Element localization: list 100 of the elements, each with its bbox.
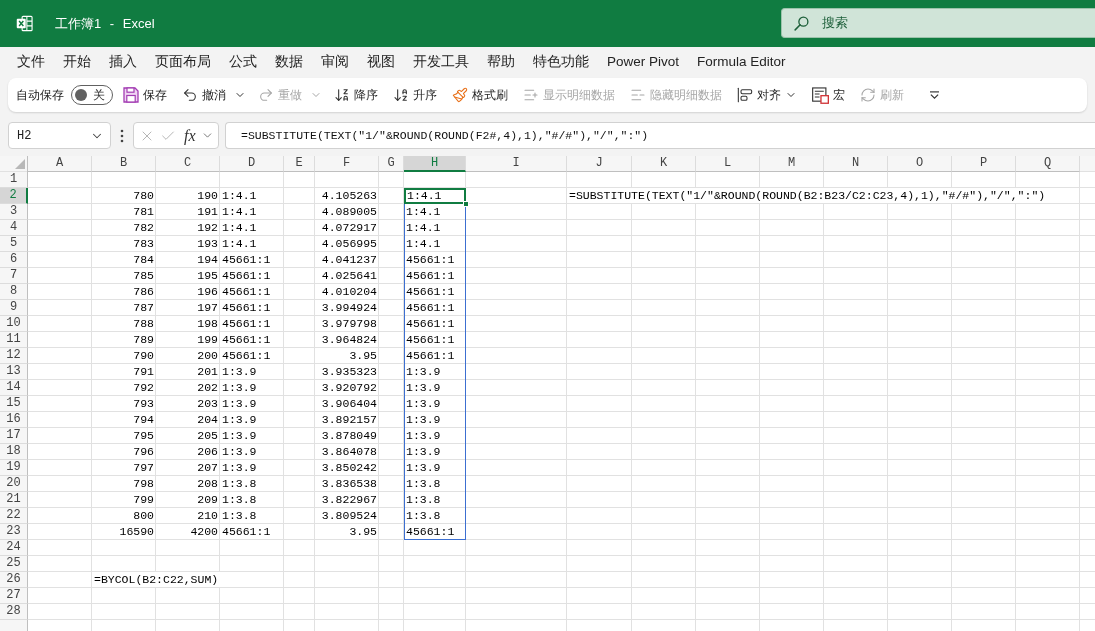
menu-tab[interactable]: 公式 — [221, 48, 265, 77]
sheet-cell[interactable]: 16590 — [92, 524, 156, 540]
sheet-cell[interactable]: 197 — [156, 300, 220, 316]
sheet-cell[interactable]: 45661:1 — [220, 284, 284, 300]
sheet-cell[interactable]: 3.850242 — [315, 460, 379, 476]
menu-tab[interactable]: 审阅 — [313, 48, 357, 77]
sheet-cell[interactable]: 783 — [92, 236, 156, 252]
row-header[interactable]: 12 — [0, 348, 28, 364]
column-header[interactable]: G — [379, 156, 404, 172]
sheet-cell[interactable]: 1:3.9 — [404, 364, 466, 380]
sheet-cell[interactable]: 1:3.9 — [220, 428, 284, 444]
sheet-cell[interactable]: 45661:1 — [404, 332, 466, 348]
sheet-cell[interactable]: 1:3.9 — [404, 380, 466, 396]
sheet-cell[interactable]: 3.994924 — [315, 300, 379, 316]
search-field[interactable]: 搜索 — [781, 8, 1095, 38]
macro-button[interactable]: 宏 — [807, 82, 850, 108]
menu-tab[interactable]: Power Pivot — [599, 50, 688, 75]
sheet-cell[interactable]: 1:3.9 — [404, 444, 466, 460]
sheet-cell[interactable]: 4.025641 — [315, 268, 379, 284]
align-button[interactable]: 对齐 — [732, 82, 802, 108]
sheet-cell[interactable]: 190 — [156, 188, 220, 204]
sheet-cell[interactable]: 45661:1 — [404, 268, 466, 284]
sheet-cell[interactable]: 196 — [156, 284, 220, 300]
menu-tab[interactable]: 数据 — [267, 48, 311, 77]
sheet-cell[interactable]: 198 — [156, 316, 220, 332]
sheet-cell[interactable]: 4.010204 — [315, 284, 379, 300]
select-all-icon[interactable] — [15, 159, 25, 169]
menu-tab[interactable]: 页面布局 — [147, 48, 219, 77]
sheet-cell[interactable]: 45661:1 — [404, 300, 466, 316]
column-header[interactable]: L — [696, 156, 760, 172]
sheet-cell[interactable]: 195 — [156, 268, 220, 284]
sheet-cell[interactable]: 787 — [92, 300, 156, 316]
sheet-cell[interactable]: 3.979798 — [315, 316, 379, 332]
column-header[interactable]: E — [284, 156, 315, 172]
formula-input[interactable]: =SUBSTITUTE(TEXT("1/"&ROUND(ROUND(F2#,4),1),"#/#"),"/",":") — [225, 122, 1095, 149]
row-header[interactable]: 23 — [0, 524, 28, 540]
sheet-cell[interactable]: 1:3.9 — [404, 460, 466, 476]
sheet-cell[interactable]: 782 — [92, 220, 156, 236]
sheet-cell[interactable]: 798 — [92, 476, 156, 492]
sheet-cell[interactable]: 790 — [92, 348, 156, 364]
column-header[interactable]: D — [220, 156, 284, 172]
menu-tab[interactable]: 帮助 — [479, 48, 523, 77]
sheet-cell[interactable]: 200 — [156, 348, 220, 364]
sheet-cell[interactable]: 1:3.9 — [220, 364, 284, 380]
sheet-cell[interactable]: 1:3.8 — [404, 508, 466, 524]
column-header[interactable]: Q — [1016, 156, 1080, 172]
menu-tab[interactable]: 开发工具 — [405, 48, 477, 77]
row-header[interactable]: 22 — [0, 508, 28, 524]
column-header[interactable]: M — [760, 156, 824, 172]
sheet-cell[interactable]: 791 — [92, 364, 156, 380]
sheet-cell[interactable]: 3.822967 — [315, 492, 379, 508]
save-button[interactable]: 保存 — [118, 82, 172, 108]
sheet-cell[interactable]: 4.072917 — [315, 220, 379, 236]
row-header[interactable]: 5 — [0, 236, 28, 252]
sheet-cell[interactable]: 1:3.9 — [404, 428, 466, 444]
sheet-cell[interactable]: 1:3.9 — [220, 396, 284, 412]
sheet-cell[interactable]: 209 — [156, 492, 220, 508]
row-header[interactable]: 8 — [0, 284, 28, 300]
sheet-cell[interactable]: 1:3.8 — [404, 476, 466, 492]
sheet-cell[interactable]: 1:3.9 — [220, 444, 284, 460]
row-header[interactable]: 24 — [0, 540, 28, 556]
sheet-cell[interactable]: 1:3.9 — [220, 460, 284, 476]
column-header[interactable]: F — [315, 156, 379, 172]
sheet-cell[interactable]: 1:4.1 — [220, 204, 284, 220]
sheet-cell[interactable]: 194 — [156, 252, 220, 268]
column-header[interactable]: P — [952, 156, 1016, 172]
sheet-cell[interactable]: 45661:1 — [404, 284, 466, 300]
column-header[interactable]: J — [567, 156, 632, 172]
row-header[interactable]: 25 — [0, 556, 28, 572]
sheet-cell[interactable]: 1:3.8 — [220, 508, 284, 524]
sheet-cell[interactable]: 4.105263 — [315, 188, 379, 204]
sheet-cell[interactable]: 3.95 — [315, 524, 379, 540]
sheet-cell[interactable]: 786 — [92, 284, 156, 300]
sheet-cell[interactable]: 3.920792 — [315, 380, 379, 396]
fill-handle-icon[interactable] — [463, 201, 469, 207]
row-header[interactable]: 6 — [0, 252, 28, 268]
sheet-cell[interactable]: 201 — [156, 364, 220, 380]
row-header[interactable]: 15 — [0, 396, 28, 412]
sheet-cell[interactable]: 45661:1 — [220, 268, 284, 284]
column-header[interactable]: N — [824, 156, 888, 172]
sheet-cell[interactable]: 4.089005 — [315, 204, 379, 220]
vertical-dots-icon[interactable] — [120, 128, 124, 143]
sheet-cell[interactable]: 206 — [156, 444, 220, 460]
sheet-cell[interactable]: 193 — [156, 236, 220, 252]
sheet-cell[interactable]: 207 — [156, 460, 220, 476]
row-header[interactable]: 17 — [0, 428, 28, 444]
column-header[interactable]: I — [466, 156, 567, 172]
column-header[interactable]: K — [632, 156, 696, 172]
sheet-cell[interactable]: 1:4.1 — [220, 236, 284, 252]
sheet-cell[interactable]: 202 — [156, 380, 220, 396]
sheet-cell[interactable]: 3.878049 — [315, 428, 379, 444]
row-header[interactable]: 11 — [0, 332, 28, 348]
row-header[interactable]: 13 — [0, 364, 28, 380]
column-header[interactable]: H — [404, 156, 466, 172]
row-header[interactable]: 16 — [0, 412, 28, 428]
sheet-cell[interactable]: 792 — [92, 380, 156, 396]
sort-descending-button[interactable]: 降序 — [329, 82, 383, 108]
row-header[interactable]: 28 — [0, 604, 28, 620]
row-header[interactable]: 14 — [0, 380, 28, 396]
sort-ascending-button[interactable]: 升序 — [388, 82, 442, 108]
